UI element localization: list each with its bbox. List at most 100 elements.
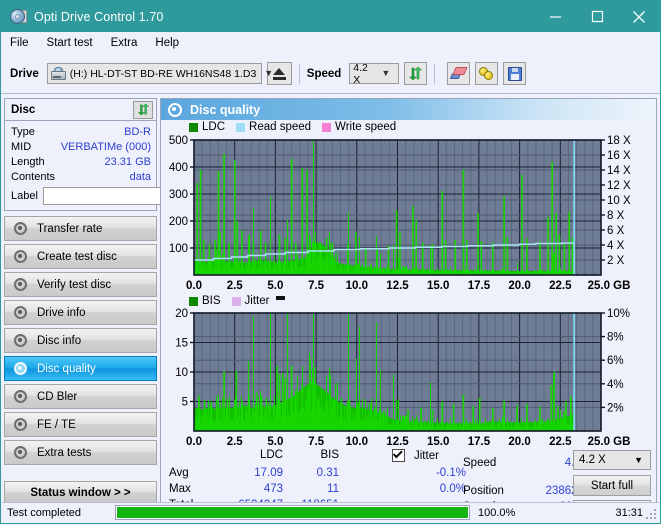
svg-text:0.0: 0.0 [186, 280, 202, 292]
check-icon [392, 448, 403, 459]
legend-label-bis: BIS [202, 295, 221, 307]
sidebar-item-disc-info[interactable]: Disc info [4, 328, 157, 353]
svg-text:300: 300 [169, 189, 188, 201]
svg-text:14 X: 14 X [607, 165, 631, 177]
window-controls [534, 1, 660, 32]
svg-text:10%: 10% [607, 308, 630, 320]
menu-bar: File Start test Extra Help [1, 32, 660, 54]
svg-text:500: 500 [169, 135, 188, 147]
svg-text:4%: 4% [607, 379, 624, 391]
jitter-marker-icon [276, 295, 286, 300]
stats-header-bis: BIS [320, 449, 339, 461]
ldc-chart: LDC Read speed Write speed 100 200 300 400 5… [161, 120, 656, 295]
window-title: Opti Drive Control 1.70 [34, 9, 164, 24]
drive-select[interactable]: (H:) HL-DT-ST BD-RE WH16NS48 1.D3 ▼ [46, 63, 273, 84]
sidebar-item-transfer-rate[interactable]: Transfer rate [4, 216, 157, 241]
menu-file[interactable]: File [10, 35, 38, 51]
svg-text:10.0: 10.0 [346, 280, 368, 292]
svg-text:2%: 2% [607, 402, 624, 414]
ldc-chart-legend: LDC Read speed Write speed [189, 121, 403, 133]
bookmark-button[interactable] [475, 62, 499, 85]
eraser-icon [449, 67, 468, 80]
refresh-button[interactable] [404, 62, 428, 85]
test-speed-select-value: 4.2 X [579, 454, 606, 466]
menu-extra[interactable]: Extra [111, 35, 147, 51]
progress-bar [115, 505, 470, 520]
stats-row-avg-label: Avg [169, 467, 189, 479]
svg-text:17.5: 17.5 [468, 280, 491, 292]
progress-bar-fill [117, 507, 468, 518]
legend-swatch-jitter [231, 296, 241, 306]
disc-burn-icon [13, 249, 28, 264]
svg-text:7.5: 7.5 [308, 280, 325, 292]
test-speed-select[interactable]: 4.2 X ▼ [573, 450, 651, 470]
optical-drive-icon [50, 67, 66, 80]
stats-header-ldc: LDC [259, 449, 283, 461]
speed-stat-label: Speed [463, 457, 497, 469]
navigation-list: Transfer rate Create test disc Verify te… [4, 216, 157, 465]
sidebar-item-fe-te[interactable]: FE / TE [4, 412, 157, 437]
extra-tests-icon [13, 445, 28, 460]
drive-info-icon [13, 305, 28, 320]
svg-text:15: 15 [175, 338, 188, 350]
svg-text:5.0: 5.0 [267, 280, 283, 292]
speed-select-value: 4.2 X [353, 61, 368, 86]
start-full-button[interactable]: Start full [573, 475, 651, 496]
svg-text:5: 5 [182, 397, 188, 409]
sidebar-item-verify-test-disc[interactable]: Verify test disc [4, 272, 157, 297]
status-window-button[interactable]: Status window > > [4, 481, 157, 504]
speed-select[interactable]: 4.2 X ▼ [349, 61, 400, 86]
coins-icon [479, 66, 494, 81]
drive-toolbar: Drive (H:) HL-DT-ST BD-RE WH16NS48 1.D3 … [1, 54, 660, 94]
disc-info-panel: Disc Type BD-R MID VERBATIMe (000) Lengt… [4, 98, 245, 211]
close-icon[interactable] [618, 1, 660, 32]
main-body: Disc Type BD-R MID VERBATIMe (000) Lengt… [1, 94, 660, 504]
sidebar-item-label: Disc info [37, 334, 82, 347]
svg-text:10 X: 10 X [607, 195, 631, 207]
sidebar-item-disc-quality[interactable]: Disc quality [4, 356, 157, 381]
sidebar-item-drive-info[interactable]: Drive info [4, 300, 157, 325]
disc-quality-icon [168, 102, 182, 117]
legend-swatch-read-speed [236, 122, 246, 132]
drive-select-value: (H:) HL-DT-ST BD-RE WH16NS48 1.D3 [69, 67, 257, 80]
bis-chart: BIS Jitter 5 10 15 20 2% 4% 6% 8% 10% 0.0 2.5 5.0 7.… [161, 295, 656, 448]
status-message: Test completed [7, 506, 81, 519]
progress-percent: 100.0% [478, 506, 516, 519]
sidebar-item-cd-bler[interactable]: CD Bler [4, 384, 157, 409]
resize-grip[interactable] [646, 509, 656, 519]
stats-avg-ldc: 17.09 [254, 467, 283, 479]
maximize-icon[interactable] [576, 1, 618, 32]
disc-contents-label: Contents [11, 170, 56, 183]
svg-text:200: 200 [169, 216, 188, 228]
disc-row-mid: MID VERBATIMe (000) [11, 139, 151, 154]
jitter-label: Jitter [414, 450, 439, 462]
bis-chart-legend: BIS Jitter [189, 295, 286, 307]
disc-row-type: Type BD-R [11, 124, 151, 139]
chevron-down-icon: ▼ [381, 68, 391, 78]
minimize-icon[interactable] [534, 1, 576, 32]
disc-refresh-button[interactable] [133, 100, 153, 119]
erase-button[interactable] [447, 62, 471, 85]
toolbar-divider-1 [298, 63, 300, 84]
sidebar-item-extra-tests[interactable]: Extra tests [4, 440, 157, 465]
sidebar: Disc Type BD-R MID VERBATIMe (000) Lengt… [4, 98, 245, 504]
content-header: Disc quality [161, 99, 656, 120]
legend-label-jitter: Jitter [244, 295, 270, 307]
disc-mid-value: VERBATIMe (000) [60, 140, 151, 153]
stats-max-jitter: 0.0% [439, 483, 466, 495]
save-button[interactable] [503, 62, 527, 85]
disc-properties: Type BD-R MID VERBATIMe (000) Length 23.… [5, 121, 245, 210]
svg-text:6 X: 6 X [607, 225, 625, 237]
jitter-checkbox[interactable] [392, 448, 405, 462]
svg-text:22.5: 22.5 [549, 280, 572, 292]
speed-label: Speed [306, 67, 342, 80]
title-bar: Opti Drive Control 1.70 [1, 1, 660, 32]
disc-label-row: Label [11, 186, 245, 206]
svg-text:12 X: 12 X [607, 180, 631, 192]
sidebar-item-create-test-disc[interactable]: Create test disc [4, 244, 157, 269]
legend-swatch-ldc [189, 122, 198, 132]
menu-start-test[interactable]: Start test [47, 35, 102, 51]
disc-panel-title: Disc [11, 103, 36, 116]
menu-help[interactable]: Help [155, 35, 188, 51]
